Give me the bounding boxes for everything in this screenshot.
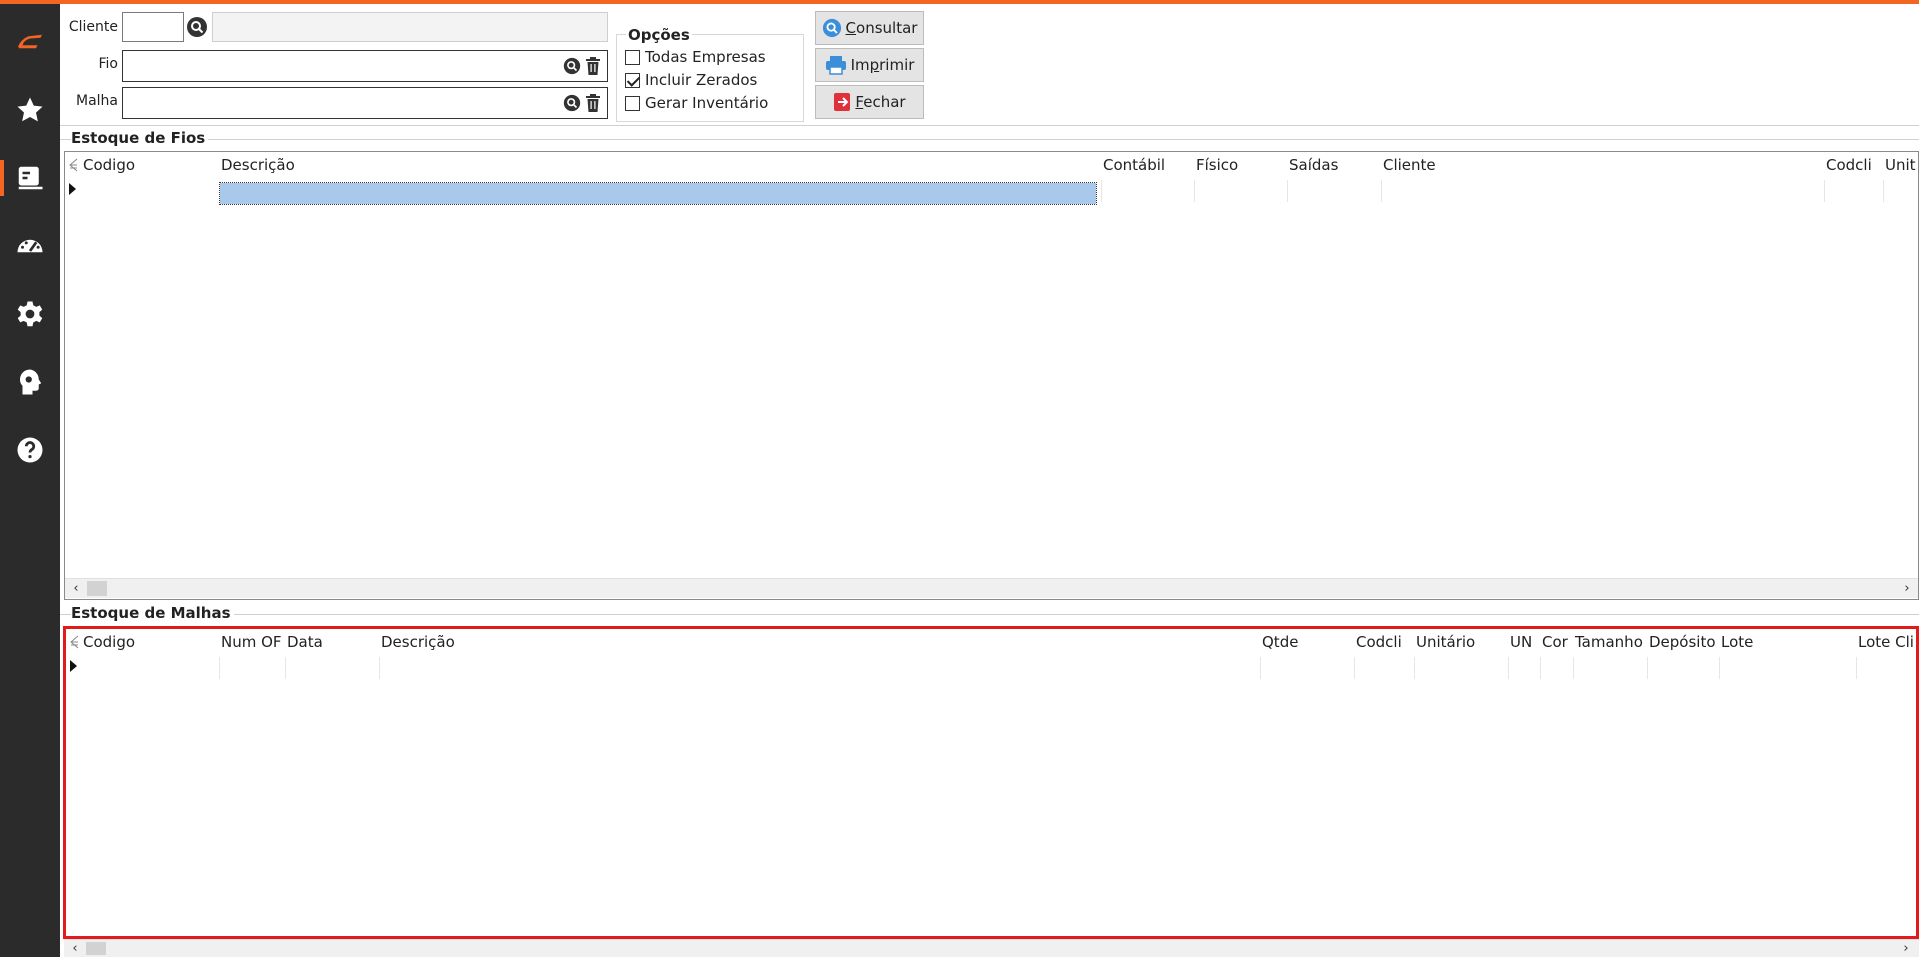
star-icon[interactable] bbox=[0, 88, 60, 132]
malhas-row-divider bbox=[1260, 657, 1261, 679]
malhas-col-descricao[interactable]: Descrição bbox=[381, 633, 455, 651]
gerar-inventario-checkbox[interactable] bbox=[625, 95, 640, 111]
fios-row-divider bbox=[1824, 180, 1825, 202]
main-panel: Cliente Fio Malha Opções Todas Empresas … bbox=[60, 4, 1919, 957]
scroll-left-icon[interactable]: ‹ bbox=[68, 580, 84, 596]
fios-col-fisico[interactable]: Físico bbox=[1196, 156, 1238, 174]
malha-clear-trash-icon[interactable] bbox=[582, 92, 604, 114]
malhas-row-divider bbox=[1719, 657, 1720, 679]
malhas-section-title: Estoque de Malhas bbox=[71, 604, 234, 622]
fios-horizontal-scrollbar[interactable]: ‹ › bbox=[65, 578, 1918, 598]
malhas-col-qtde[interactable]: Qtde bbox=[1262, 633, 1298, 651]
fios-col-cliente[interactable]: Cliente bbox=[1383, 156, 1436, 174]
fios-scroll-thumb[interactable] bbox=[87, 581, 107, 596]
consultar-label: Consultar bbox=[845, 19, 918, 37]
header-separator bbox=[60, 125, 1919, 126]
fio-label: Fio bbox=[98, 56, 119, 72]
fios-row-divider bbox=[1883, 180, 1884, 202]
fechar-button[interactable]: Fechar bbox=[815, 85, 924, 119]
fios-row-divider bbox=[1101, 180, 1102, 202]
malhas-row-divider bbox=[1508, 657, 1509, 679]
imprimir-label: Imprimir bbox=[850, 56, 915, 74]
gerar-inventario-option[interactable]: Gerar Inventário bbox=[625, 94, 768, 112]
incluir-zerados-option[interactable]: Incluir Zerados bbox=[625, 71, 757, 89]
fios-col-saidas[interactable]: Saídas bbox=[1289, 156, 1338, 174]
malhas-row-divider bbox=[1856, 657, 1857, 679]
fios-col-descricao[interactable]: Descrição bbox=[221, 156, 295, 174]
fios-row-divider bbox=[1194, 180, 1195, 202]
sidebar bbox=[0, 4, 60, 957]
incluir-zerados-checkbox[interactable] bbox=[625, 72, 640, 88]
malhas-grid[interactable]: Codigo Num OF Data Descrição Qtde Codcli… bbox=[63, 626, 1919, 939]
fios-current-row-marker bbox=[69, 183, 76, 195]
fios-sort-icon[interactable] bbox=[68, 158, 78, 172]
fios-grid[interactable]: Codigo Descrição Contábil Físico Saídas … bbox=[64, 151, 1919, 600]
exit-door-icon bbox=[834, 93, 851, 111]
scroll-right-icon[interactable]: › bbox=[1898, 940, 1914, 956]
options-title: Opções bbox=[626, 26, 692, 44]
cliente-code-input[interactable] bbox=[122, 12, 184, 42]
todas-empresas-checkbox[interactable] bbox=[625, 49, 640, 65]
malhas-section-line bbox=[60, 614, 1919, 615]
malha-label: Malha bbox=[76, 93, 118, 109]
fios-section-title: Estoque de Fios bbox=[71, 129, 209, 147]
malhas-row-divider bbox=[1647, 657, 1648, 679]
malhas-col-unitario[interactable]: Unitário bbox=[1416, 633, 1475, 651]
fechar-label: Fechar bbox=[855, 93, 906, 111]
todas-empresas-option[interactable]: Todas Empresas bbox=[625, 48, 766, 66]
cliente-search-icon[interactable] bbox=[186, 16, 208, 38]
malhas-horizontal-scrollbar[interactable]: ‹ › bbox=[64, 939, 1919, 957]
malhas-col-deposito[interactable]: Depósito bbox=[1649, 633, 1716, 651]
malhas-col-codigo[interactable]: Codigo bbox=[83, 633, 135, 651]
report-icon[interactable] bbox=[0, 156, 60, 200]
malhas-col-lote[interactable]: Lote bbox=[1721, 633, 1753, 651]
malhas-row-divider bbox=[1540, 657, 1541, 679]
malha-input[interactable] bbox=[122, 87, 608, 119]
malhas-row-divider bbox=[379, 657, 380, 679]
gear-icon[interactable] bbox=[0, 292, 60, 336]
cliente-label: Cliente bbox=[68, 19, 118, 35]
malhas-col-lote-cli[interactable]: Lote Cli bbox=[1858, 633, 1914, 651]
malhas-current-row-marker bbox=[70, 660, 77, 672]
malhas-row-divider bbox=[1573, 657, 1574, 679]
malhas-col-cor[interactable]: Cor bbox=[1542, 633, 1568, 651]
fios-col-contabil[interactable]: Contábil bbox=[1103, 156, 1165, 174]
scroll-right-icon[interactable]: › bbox=[1899, 580, 1915, 596]
malhas-scroll-thumb[interactable] bbox=[86, 942, 106, 955]
imprimir-button[interactable]: Imprimir bbox=[815, 48, 924, 82]
help-icon[interactable] bbox=[0, 428, 60, 472]
malhas-row-divider bbox=[1354, 657, 1355, 679]
fios-col-codcli[interactable]: Codcli bbox=[1826, 156, 1872, 174]
malhas-row-divider bbox=[285, 657, 286, 679]
fio-clear-trash-icon[interactable] bbox=[582, 55, 604, 77]
malhas-col-num-of[interactable]: Num OF bbox=[221, 633, 282, 651]
fio-search-icon[interactable] bbox=[561, 55, 583, 77]
fios-col-unit[interactable]: Unit bbox=[1885, 156, 1916, 174]
malhas-col-tamanho[interactable]: Tamanho bbox=[1575, 633, 1643, 651]
malha-search-icon[interactable] bbox=[561, 92, 583, 114]
scroll-left-icon[interactable]: ‹ bbox=[67, 940, 83, 956]
app-logo-icon[interactable] bbox=[0, 18, 60, 62]
fios-row-divider bbox=[1381, 180, 1382, 202]
printer-icon bbox=[825, 56, 846, 75]
settings-head-icon[interactable] bbox=[0, 360, 60, 404]
incluir-zerados-label: Incluir Zerados bbox=[645, 71, 758, 89]
consultar-button[interactable]: Consultar bbox=[815, 11, 924, 45]
fio-input[interactable] bbox=[122, 50, 608, 82]
malhas-col-data[interactable]: Data bbox=[287, 633, 323, 651]
todas-empresas-label: Todas Empresas bbox=[645, 48, 766, 66]
malhas-sort-icon[interactable] bbox=[69, 635, 79, 649]
malhas-row-divider bbox=[219, 657, 220, 679]
fios-col-codigo[interactable]: Codigo bbox=[83, 156, 135, 174]
gerar-inventario-label: Gerar Inventário bbox=[645, 94, 769, 112]
malhas-col-un[interactable]: UN bbox=[1510, 633, 1532, 651]
cliente-name-field bbox=[212, 12, 608, 42]
fios-row-divider bbox=[1287, 180, 1288, 202]
fios-selected-cell[interactable] bbox=[219, 182, 1097, 205]
malhas-col-codcli[interactable]: Codcli bbox=[1356, 633, 1402, 651]
consultar-search-icon bbox=[822, 18, 841, 38]
dashboard-gauge-icon[interactable] bbox=[0, 224, 60, 268]
malhas-row-divider bbox=[1414, 657, 1415, 679]
fios-section-line bbox=[60, 139, 1919, 140]
